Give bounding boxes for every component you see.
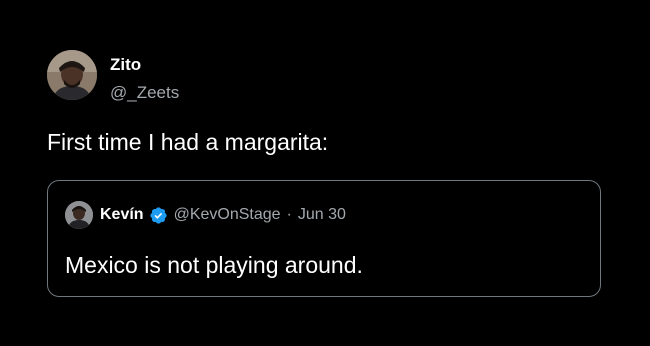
quoted-tweet-header: Kevín @KevOnStage · Jun 30 — [100, 204, 346, 226]
verified-badge-icon — [149, 206, 168, 225]
author-handle[interactable]: @_Zeets — [110, 83, 179, 103]
quoted-author-handle[interactable]: @KevOnStage — [174, 206, 281, 224]
quoted-tweet-text: Mexico is not playing around. — [65, 252, 363, 278]
quoted-tweet-date[interactable]: Jun 30 — [298, 206, 346, 224]
author-name[interactable]: Zito — [110, 55, 141, 75]
tweet-text: First time I had a margarita: — [47, 129, 329, 155]
header-separator: · — [286, 206, 292, 223]
quoted-author-avatar[interactable] — [65, 201, 93, 229]
quoted-tweet-card[interactable]: Kevín @KevOnStage · Jun 30 Mexico is not… — [47, 180, 601, 297]
tweet[interactable]: Zito @_Zeets First time I had a margarit… — [0, 0, 650, 346]
quoted-author-name[interactable]: Kevín — [100, 206, 144, 224]
author-avatar[interactable] — [47, 50, 97, 100]
